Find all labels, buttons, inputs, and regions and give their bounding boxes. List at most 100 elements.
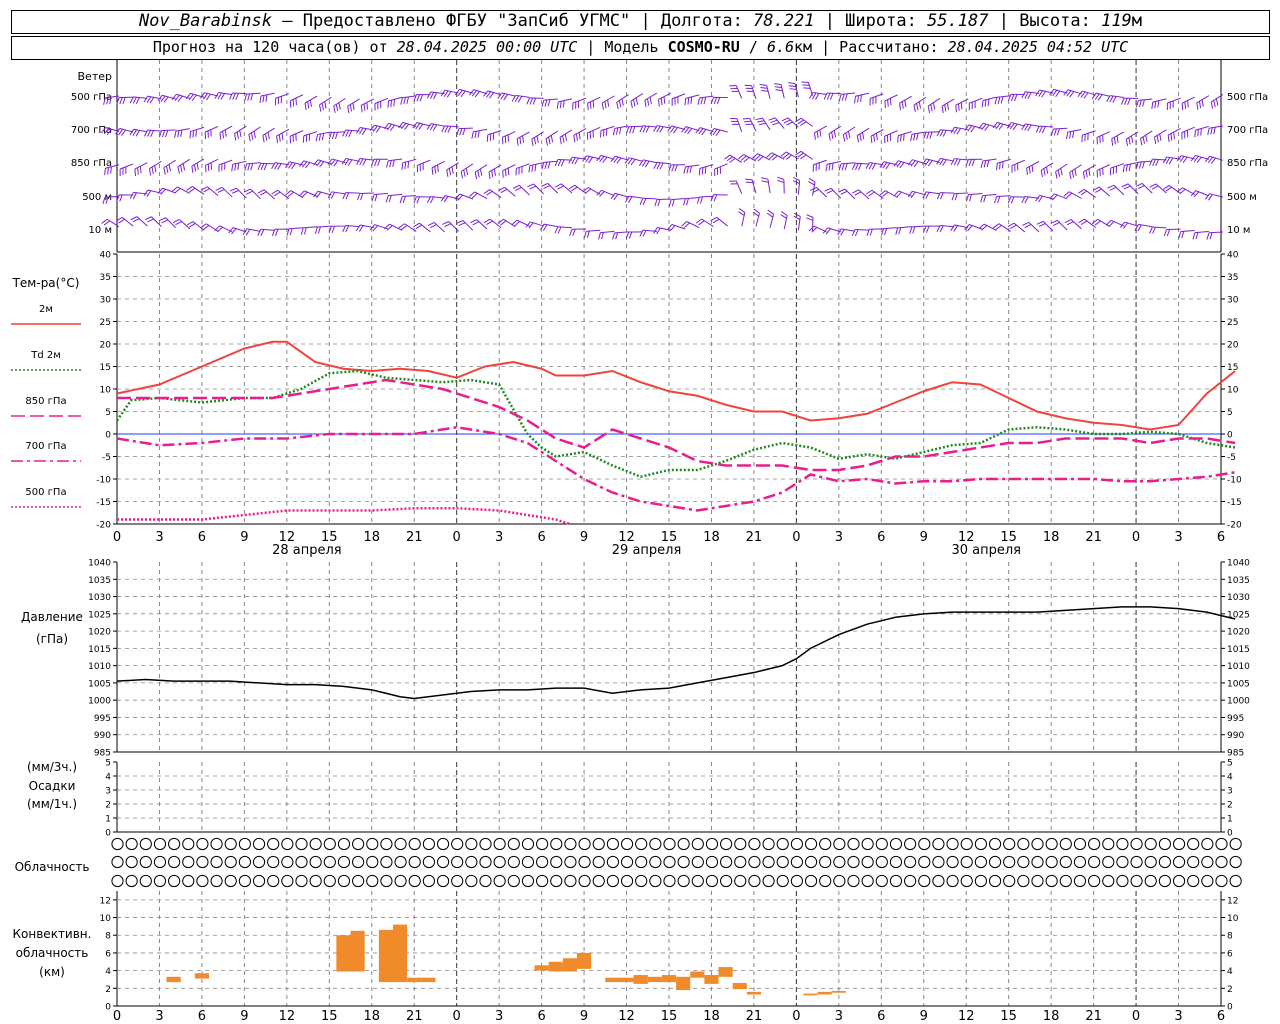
wind-barb-feather [416, 94, 420, 102]
wind-barb-feather [1065, 132, 1069, 140]
wind-barb-feather [808, 177, 816, 183]
cloud-symbol [677, 855, 690, 869]
wind-barb-feather [910, 134, 913, 142]
wind-barb-feather [1127, 98, 1131, 105]
wind-barb-feather [393, 99, 396, 107]
cloud-cell [394, 874, 407, 888]
cloud-symbol [1201, 874, 1214, 888]
wind-barb-feather [217, 92, 222, 100]
press-ytick-label: 1015 [1227, 645, 1250, 655]
wind-barb-feather [400, 97, 403, 105]
cloud-symbol [1144, 874, 1157, 888]
wind-barb-feather [1074, 168, 1077, 176]
wind-barb [175, 128, 190, 132]
wind-barb-feather [119, 194, 123, 202]
wind-barb-feather [1041, 126, 1046, 134]
wind-barb-feather [969, 194, 972, 202]
wind-barb-feather [852, 189, 859, 194]
conv-hour-label: 9 [580, 1009, 588, 1024]
wind-barb-feather [357, 193, 361, 201]
wind-barb-feather [474, 172, 478, 180]
cloud-cell [323, 837, 336, 851]
cloud-cell [1045, 837, 1058, 851]
press-unit: (гПа) [36, 632, 68, 646]
wind-barb-feather [645, 126, 650, 133]
cloud-cell [904, 874, 917, 888]
wind-barb-feather [1082, 171, 1085, 179]
conv-bar [647, 976, 662, 983]
cloud-cell [960, 874, 973, 888]
cloud-symbol [295, 874, 308, 888]
wind-barb-feather [698, 220, 705, 226]
wind-barb [388, 193, 403, 197]
wind-barb [911, 225, 926, 228]
wind-barb-feather [1196, 156, 1202, 164]
wind-barb-feather [667, 125, 673, 132]
conv-hour-label: 21 [406, 1009, 423, 1024]
wind-barb-feather [314, 226, 318, 234]
wind-barb-feather [1154, 101, 1157, 109]
wind-barb-feather [656, 125, 661, 133]
cloud-symbol [1045, 855, 1058, 869]
temp-title: Тем-ра(°C) [12, 276, 80, 290]
cloud-symbol [210, 837, 223, 851]
wind-barb-feather [904, 100, 907, 108]
conv-hour-label: 12 [958, 1009, 975, 1024]
cloud-symbol [224, 855, 237, 869]
wind-barb-feather [477, 130, 480, 138]
temp-ytick-label: 20 [100, 341, 112, 351]
conv-ytick-label: 6 [1227, 949, 1233, 959]
wind-barb-feather [404, 162, 407, 170]
wind-barb-feather [500, 93, 506, 100]
cloud-cell [918, 855, 931, 869]
wind-barb-feather [642, 125, 647, 133]
cloud-symbol [1073, 837, 1087, 851]
cloud-cell [408, 855, 421, 869]
wind-barb [290, 94, 304, 102]
cloud-cell [1130, 855, 1143, 869]
cloud-symbol [1102, 874, 1115, 888]
cloud-cell [536, 837, 549, 851]
cloud-symbol [918, 837, 931, 851]
wind-barb [587, 96, 601, 104]
wind-barb-feather [753, 208, 760, 214]
cloud-cell [606, 855, 619, 869]
wind-barb-feather [444, 125, 449, 133]
wind-barb-feather [1050, 219, 1058, 224]
cloud-cell [1187, 855, 1200, 869]
wind-barb-feather [766, 212, 774, 218]
wind-barb-feather [615, 127, 619, 135]
wind-barb-feather [910, 160, 916, 167]
conv-hour-label: 15 [321, 1009, 338, 1024]
wind-barb-feather [1181, 103, 1184, 111]
wind-level-label: 700 гПа [71, 125, 112, 136]
wind-barb-feather [186, 221, 194, 226]
wind-barb-feather [569, 229, 573, 236]
wind-barb-feather [996, 163, 998, 171]
wind-barb [749, 118, 757, 132]
wind-barb-feather [1009, 123, 1015, 130]
wind-barb-feather [303, 227, 307, 235]
wind-barb [547, 183, 559, 194]
wind-barb [736, 118, 743, 132]
wind-barb-feather [165, 130, 169, 138]
cloud-symbol [705, 874, 719, 888]
cloud-symbol [238, 837, 251, 851]
conv-bar [817, 991, 832, 995]
cloud-symbol [295, 837, 308, 851]
cloud-symbol [267, 837, 280, 851]
wind-barb-feather [695, 218, 703, 224]
temp-ytick-label: 25 [100, 318, 111, 328]
wind-barb [504, 186, 516, 197]
wind-barb-feather [642, 230, 647, 237]
wind-barb-feather [571, 186, 578, 192]
wind-barb-feather [401, 122, 407, 130]
cloud-cell [677, 874, 690, 888]
wind-barb-feather [1002, 161, 1004, 169]
wind-barb-feather [388, 195, 392, 203]
wind-barb-feather [1207, 156, 1213, 163]
wind-barb-feather [1141, 161, 1145, 169]
wind-barb-feather [574, 157, 579, 165]
cloud-symbol [946, 874, 959, 888]
wind-barb-feather [472, 221, 480, 226]
